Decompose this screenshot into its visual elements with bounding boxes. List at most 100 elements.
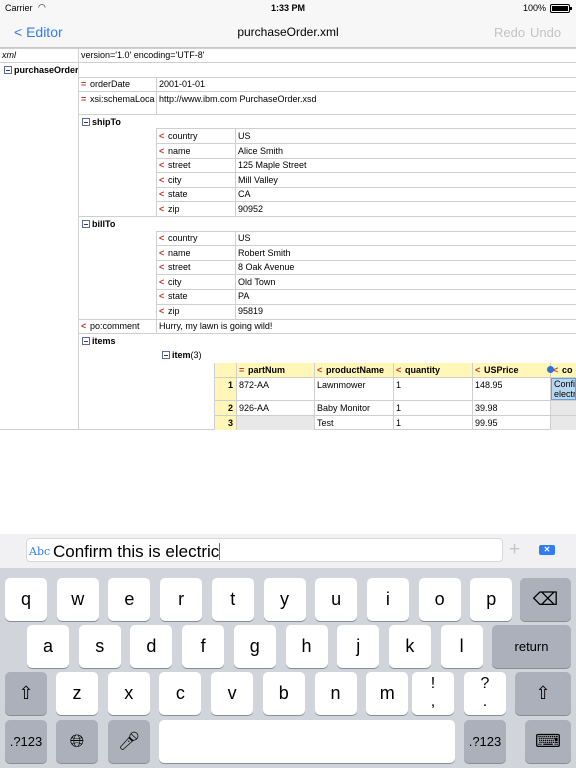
exclamation-comma-key[interactable]: !,	[412, 672, 454, 715]
table-cell[interactable]: 872-AA	[237, 378, 314, 392]
backspace-key[interactable]: ⌫	[520, 578, 571, 621]
key-y[interactable]: y	[263, 578, 306, 621]
numbers-key-left[interactable]: .?123	[5, 720, 47, 763]
table-cell[interactable]: 1	[394, 401, 472, 415]
element-value[interactable]: 125 Maple Street	[236, 158, 576, 172]
dictation-key[interactable]: 🎤︎	[108, 720, 150, 763]
xml-declaration-value[interactable]: version='1.0' encoding='UTF-8'	[79, 48, 575, 62]
space-key[interactable]	[159, 720, 455, 763]
element-node[interactable]: < street	[157, 260, 235, 274]
table-row-number[interactable]: 3	[214, 416, 236, 430]
collapse-icon[interactable]	[4, 66, 12, 74]
element-node[interactable]: < city	[157, 173, 235, 187]
element-value[interactable]: Old Town	[236, 275, 576, 289]
key-l[interactable]: l	[440, 625, 483, 668]
table-cell[interactable]: 1	[394, 416, 472, 430]
table-column-header[interactable]: < USPrice	[473, 363, 550, 377]
key-b[interactable]: b	[262, 672, 305, 715]
key-s[interactable]: s	[78, 625, 121, 668]
key-h[interactable]: h	[285, 625, 328, 668]
element-node[interactable]: < zip	[157, 202, 235, 216]
element-value[interactable]: US	[236, 129, 576, 143]
key-o[interactable]: o	[418, 578, 461, 621]
element-value[interactable]: Robert Smith	[236, 246, 576, 260]
attribute-value[interactable]: 2001-01-01	[157, 77, 576, 91]
key-x[interactable]: x	[107, 672, 150, 715]
table-row-number[interactable]: 2	[214, 401, 236, 415]
table-cell[interactable]: Test	[315, 416, 393, 430]
table-cell[interactable]: 148.95	[473, 378, 550, 392]
clear-text-icon[interactable]: ✕	[539, 545, 555, 555]
key-u[interactable]: u	[315, 578, 358, 621]
element-node[interactable]: < street	[157, 158, 235, 172]
key-c[interactable]: c	[159, 672, 202, 715]
element-value[interactable]: Alice Smith	[236, 144, 576, 158]
root-node[interactable]: purchaseOrder	[2, 63, 78, 77]
element-value[interactable]: US	[236, 231, 576, 245]
element-node[interactable]: < city	[157, 275, 235, 289]
element-node[interactable]: < name	[157, 144, 235, 158]
key-d[interactable]: d	[130, 625, 173, 668]
key-p[interactable]: p	[470, 578, 513, 621]
comment-node[interactable]: < po:comment	[79, 319, 156, 333]
text-edit-field[interactable]: Abc Confirm this is electric	[26, 538, 503, 562]
element-node[interactable]: < state	[157, 187, 235, 201]
table-cell[interactable]: 1	[394, 378, 472, 392]
return-key[interactable]: return	[492, 625, 571, 668]
element-value[interactable]: 90952	[236, 202, 576, 216]
redo-button[interactable]: Redo	[494, 25, 525, 40]
key-r[interactable]: r	[160, 578, 203, 621]
key-f[interactable]: f	[182, 625, 225, 668]
element-node[interactable]: < country	[157, 231, 235, 245]
element-value[interactable]: 8 Oak Avenue	[236, 260, 576, 274]
element-value[interactable]: 95819	[236, 304, 576, 318]
element-node[interactable]: < name	[157, 246, 235, 260]
key-j[interactable]: j	[337, 625, 380, 668]
add-button[interactable]: +	[509, 539, 520, 561]
table-cell-empty[interactable]	[237, 416, 314, 430]
items-node[interactable]: items	[80, 334, 156, 348]
element-value[interactable]: PA	[236, 289, 576, 303]
dismiss-keyboard-key[interactable]: ⌨	[525, 720, 571, 763]
key-n[interactable]: n	[314, 672, 357, 715]
key-g[interactable]: g	[233, 625, 276, 668]
element-node[interactable]: < country	[157, 129, 235, 143]
item-node[interactable]: item(3)	[160, 348, 240, 362]
table-column-header[interactable]: < co	[551, 363, 576, 377]
table-cell-empty[interactable]	[551, 401, 576, 415]
table-cell[interactable]: 99.95	[473, 416, 550, 430]
table-column-header[interactable]: < quantity	[394, 363, 472, 377]
billTo-node[interactable]: billTo	[80, 217, 156, 231]
collapse-icon[interactable]	[82, 118, 90, 126]
table-column-header[interactable]: < productName	[315, 363, 393, 377]
table-cell[interactable]: Baby Monitor	[315, 401, 393, 415]
key-m[interactable]: m	[366, 672, 409, 715]
globe-key[interactable]: 🌐︎	[56, 720, 98, 763]
key-w[interactable]: w	[56, 578, 99, 621]
element-value[interactable]: CA	[236, 187, 576, 201]
table-cell[interactable]: 39.98	[473, 401, 550, 415]
comment-value[interactable]: Hurry, my lawn is going wild!	[157, 319, 576, 333]
key-k[interactable]: k	[388, 625, 431, 668]
table-row-number[interactable]: 1	[214, 378, 236, 400]
key-e[interactable]: e	[108, 578, 151, 621]
key-q[interactable]: q	[5, 578, 47, 621]
question-period-key[interactable]: ?.	[464, 672, 506, 715]
collapse-icon[interactable]	[82, 337, 90, 345]
collapse-icon[interactable]	[82, 220, 90, 228]
element-node[interactable]: < zip	[157, 304, 235, 318]
shift-key-right[interactable]: ⇧	[515, 672, 571, 715]
numbers-key-right[interactable]: .?123	[464, 720, 506, 763]
shipTo-node[interactable]: shipTo	[80, 115, 156, 129]
element-node[interactable]: < state	[157, 289, 235, 303]
key-t[interactable]: t	[211, 578, 254, 621]
key-a[interactable]: a	[27, 625, 69, 668]
selection-handle-icon[interactable]	[547, 366, 554, 373]
key-i[interactable]: i	[366, 578, 409, 621]
attribute-schemaLocation[interactable]: = xsi:schemaLoca	[79, 92, 156, 106]
attribute-value[interactable]: http://www.ibm.com PurchaseOrder.xsd	[157, 92, 576, 106]
table-column-header[interactable]: = partNum	[237, 363, 314, 377]
table-cell[interactable]: 926-AA	[237, 401, 314, 415]
undo-button[interactable]: Undo	[530, 25, 561, 40]
key-z[interactable]: z	[56, 672, 98, 715]
